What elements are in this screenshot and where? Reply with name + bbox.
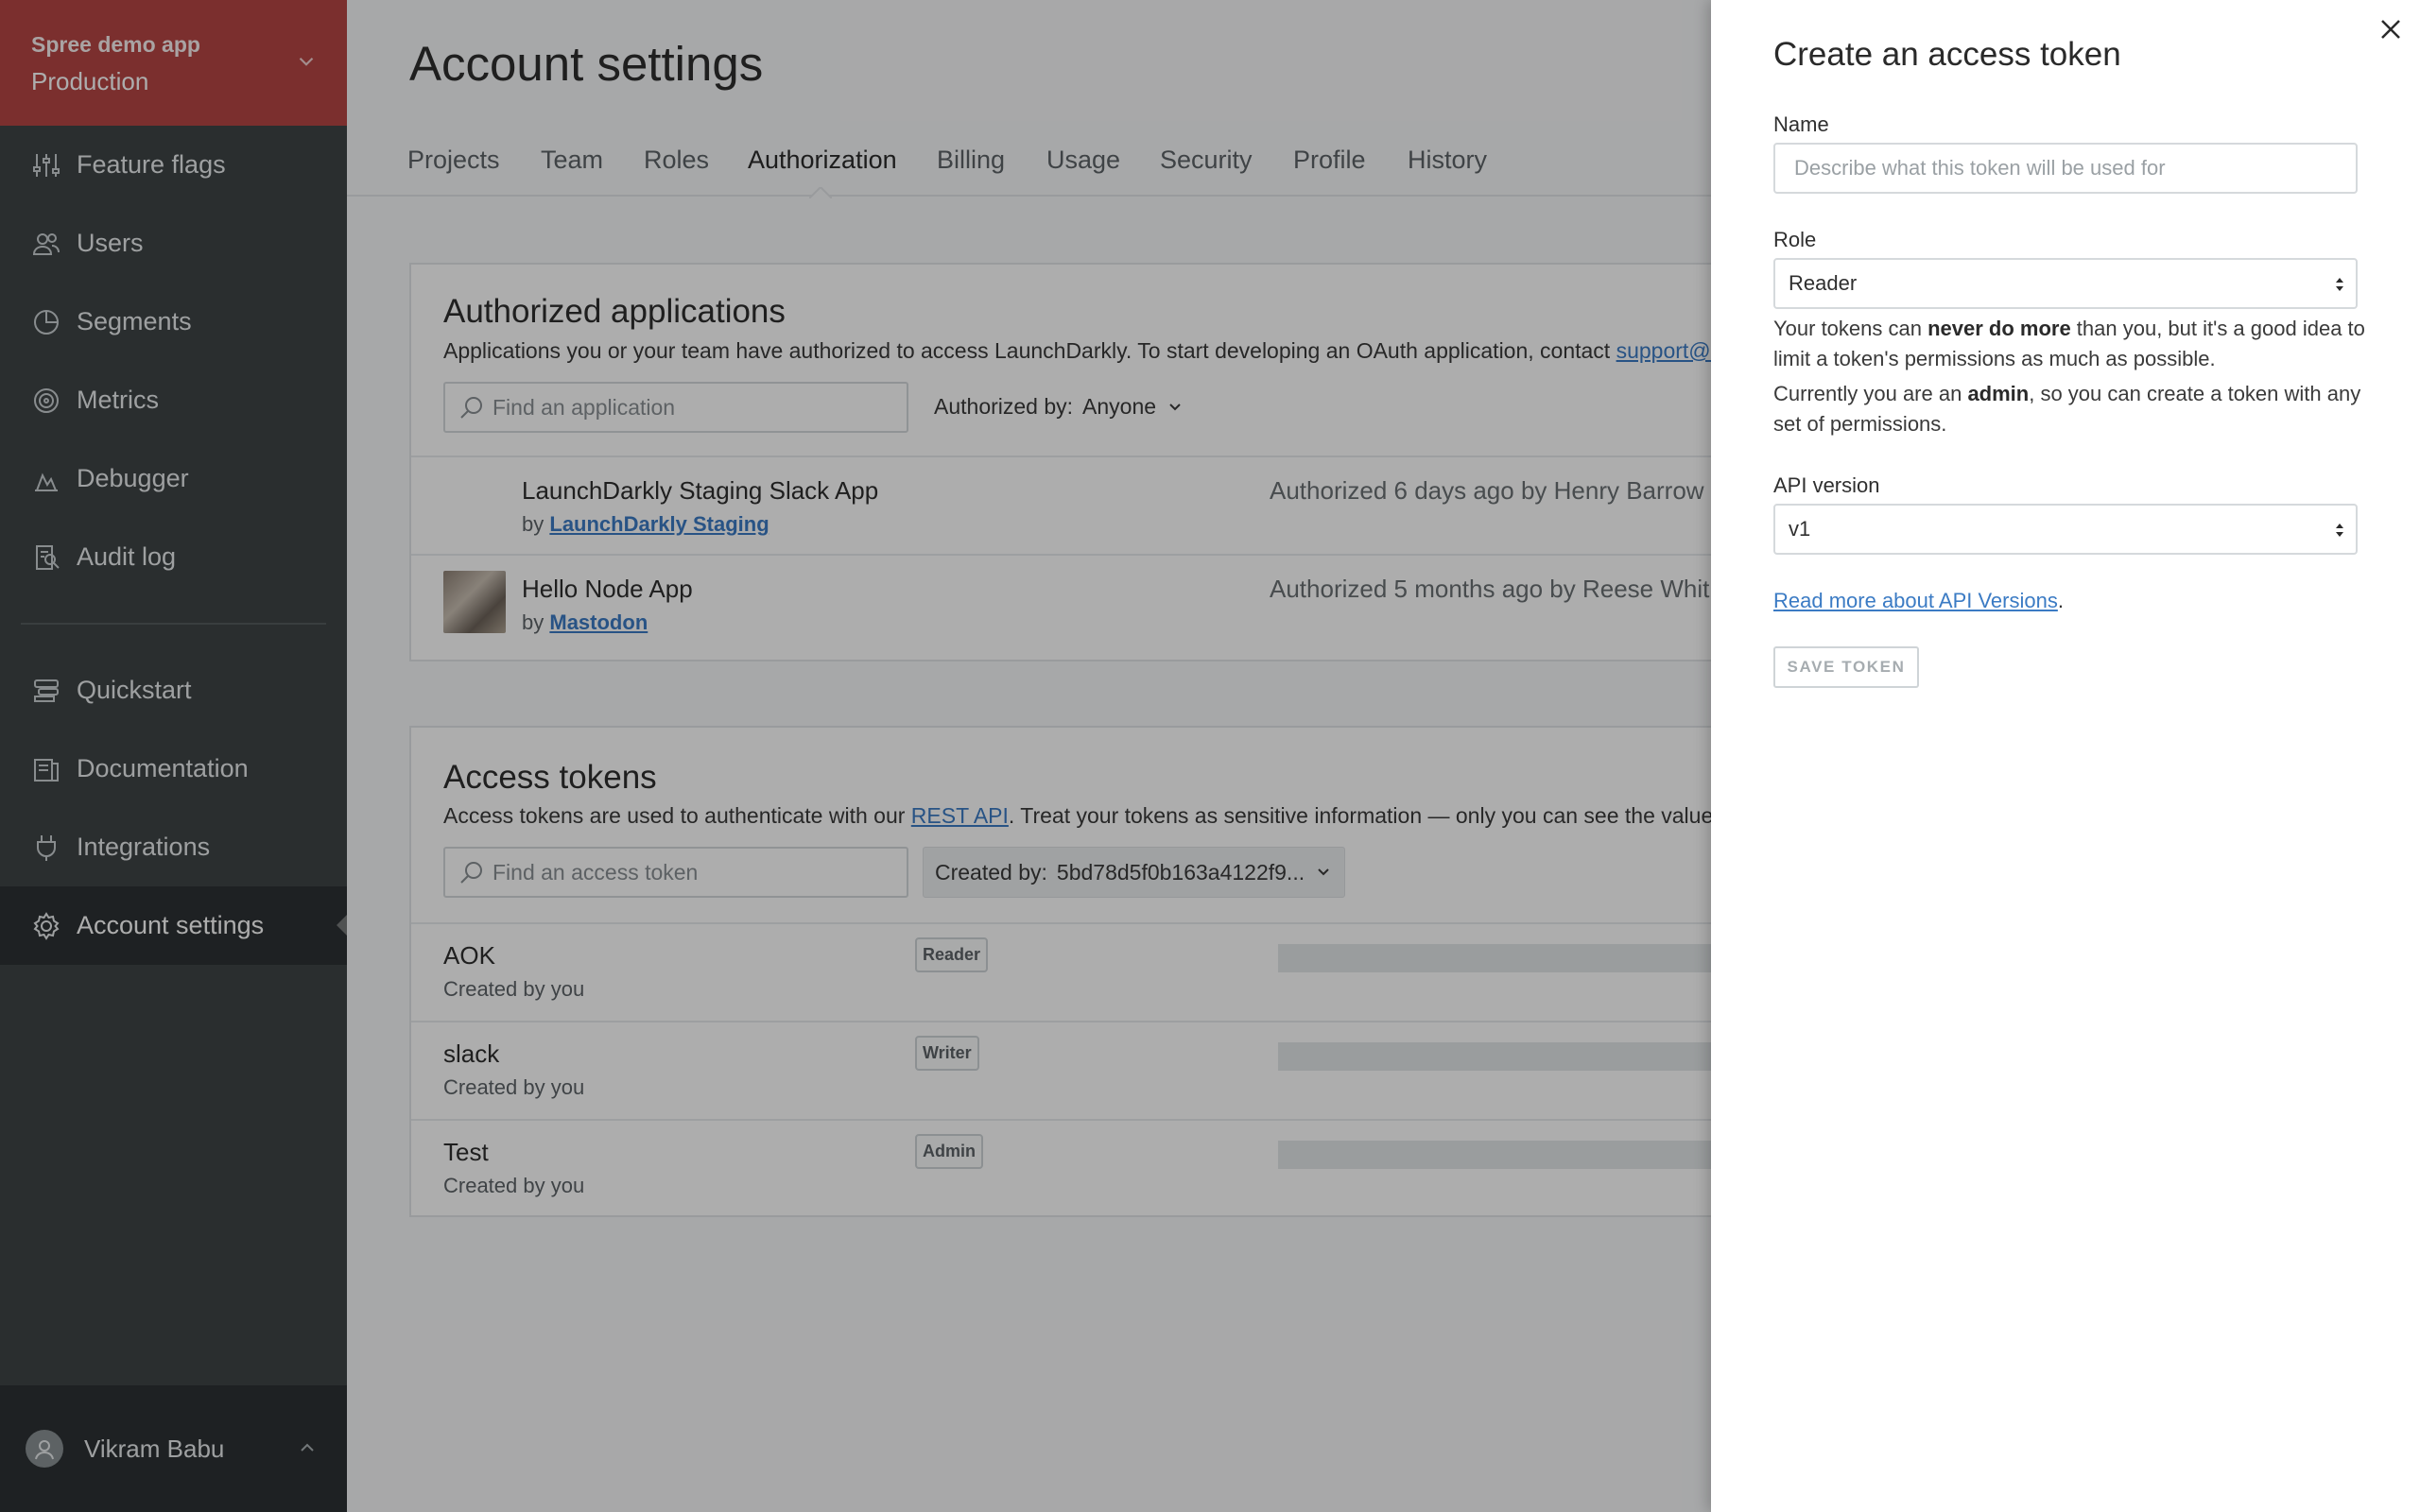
help-emphasis: admin [1967, 382, 2030, 405]
role-select[interactable]: Reader [1773, 258, 2358, 309]
save-token-button[interactable]: SAVE TOKEN [1773, 646, 1919, 688]
api-version-value: v1 [1789, 517, 1811, 541]
role-label: Role [1773, 228, 1817, 251]
help-emphasis: never do more [1927, 317, 2071, 340]
punctuation: . [2057, 589, 2064, 612]
api-version-label: API version [1773, 473, 1880, 497]
name-placeholder: Describe what this token will be used fo… [1794, 156, 2166, 180]
read-more-line: Read more about API Versions. [1773, 589, 2064, 613]
drawer-title: Create an access token [1773, 36, 2121, 73]
role-value: Reader [1789, 271, 1858, 295]
token-name-input[interactable]: Describe what this token will be used fo… [1773, 143, 2358, 194]
api-version-select[interactable]: v1 [1773, 504, 2358, 555]
help-text: Currently you are an [1773, 382, 1968, 405]
select-arrows-icon [2336, 278, 2343, 291]
modal-backdrop[interactable] [0, 0, 1711, 1512]
close-icon[interactable] [2378, 17, 2403, 42]
help-text: Your tokens can [1773, 317, 1928, 340]
select-arrows-icon [2336, 524, 2343, 537]
api-versions-link[interactable]: Read more about API Versions [1773, 589, 2058, 612]
create-token-drawer: Create an access token Name Describe wha… [1711, 0, 2420, 1512]
name-label: Name [1773, 112, 1829, 136]
admin-help-text: Currently you are an admin, so you can c… [1773, 379, 2378, 439]
role-help-text: Your tokens can never do more than you, … [1773, 314, 2378, 374]
